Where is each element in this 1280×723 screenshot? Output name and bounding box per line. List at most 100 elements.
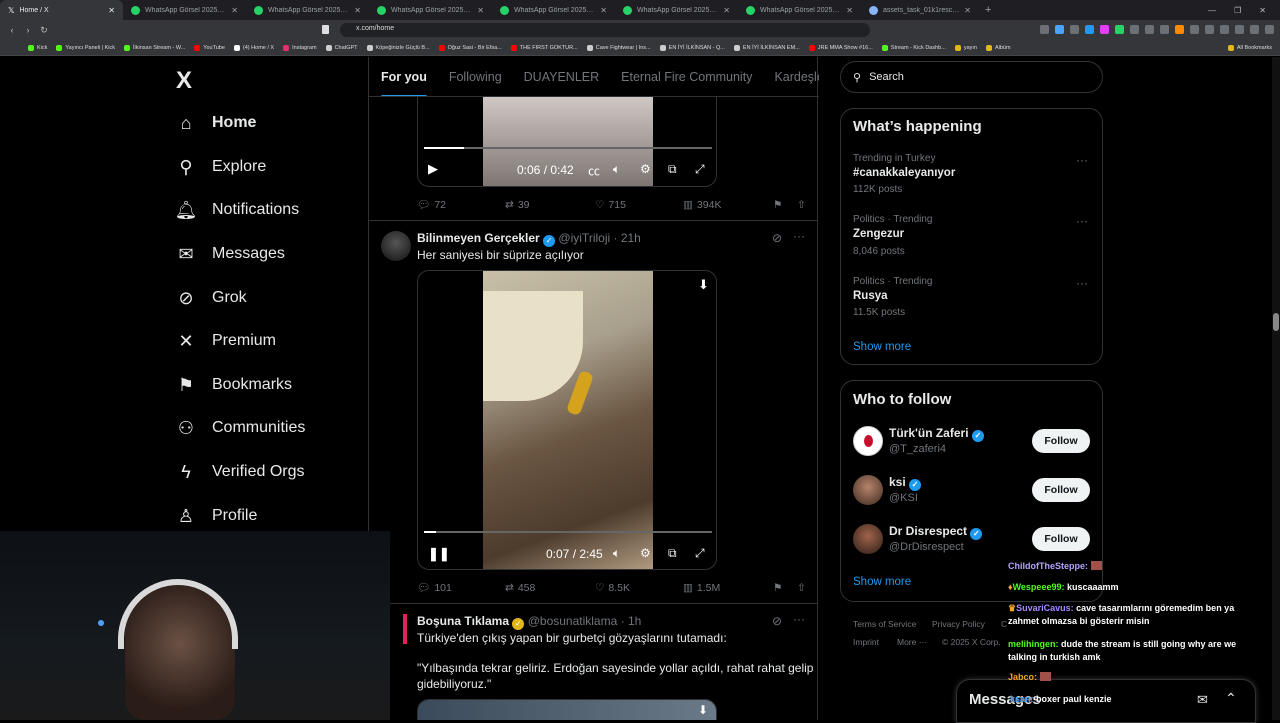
- grok-icon[interactable]: ⊘: [772, 231, 782, 245]
- pause-icon[interactable]: ❚❚: [428, 546, 450, 562]
- bookmark-item[interactable]: Kick: [28, 44, 47, 51]
- bookmark-item[interactable]: Oğuz Sasi - Bir Efsa...: [438, 44, 502, 51]
- forward-icon[interactable]: ›: [20, 25, 36, 35]
- bookmark-item[interactable]: Köpeğinizle Güçlü B...: [366, 44, 430, 51]
- close-window-icon[interactable]: ✕: [1259, 6, 1266, 15]
- video-player[interactable]: ▶ 0:06 / 0:42 ㏄ 🔈︎ ⚙ ⧉ ⤢: [417, 97, 717, 187]
- repost-button[interactable]: ⇄ 39: [505, 198, 595, 211]
- tab-for-you[interactable]: For you: [381, 70, 427, 96]
- bookmark-item[interactable]: EN İYİ İLKİNSAN - Q...: [659, 44, 725, 51]
- close-icon[interactable]: ✕: [846, 6, 853, 15]
- avatar[interactable]: [853, 475, 883, 505]
- footer-link[interactable]: Privacy Policy: [932, 619, 985, 629]
- show-more-link[interactable]: Show more: [853, 341, 911, 353]
- close-icon[interactable]: ✕: [108, 6, 115, 15]
- repost-button[interactable]: ⇄ 458: [505, 581, 595, 594]
- bookmark-item[interactable]: JRE MMA Show #16...: [808, 44, 873, 51]
- browser-tab[interactable]: 𝕏 Home / X ✕: [0, 0, 123, 20]
- bookmark-item[interactable]: (4) Home / X: [233, 44, 274, 51]
- browser-tab[interactable]: WhatsApp Görsel 2025-08-08 saat 1 ✕: [123, 0, 246, 20]
- nav-communities[interactable]: ⚇ Communities: [176, 415, 305, 441]
- follow-button[interactable]: Follow: [1032, 478, 1090, 502]
- video-progress-track[interactable]: [424, 147, 712, 149]
- reply-button[interactable]: 💬︎ 101: [417, 581, 505, 595]
- bookmark-folder[interactable]: Albüm: [985, 44, 1011, 51]
- bookmark-item[interactable]: Yayıncı Paneli | Kick: [56, 44, 115, 51]
- grok-icon[interactable]: ⊘: [772, 614, 782, 628]
- bookmark-item[interactable]: EN İYİ İLKİNSAN EM...: [733, 44, 800, 51]
- back-icon[interactable]: ‹: [4, 25, 20, 35]
- nav-profile[interactable]: ♙ Profile: [176, 503, 257, 529]
- author-name[interactable]: Boşuna Tıklama: [417, 614, 509, 628]
- views-button[interactable]: ▥ 394K: [683, 198, 773, 211]
- bookmark-item[interactable]: Instagram: [283, 44, 317, 51]
- post-age[interactable]: · 21h: [614, 231, 641, 245]
- bookmark-item[interactable]: İlkinsan Stream - W...: [124, 44, 185, 51]
- extension-icon[interactable]: [1160, 25, 1169, 34]
- x-logo[interactable]: X: [176, 67, 192, 95]
- video-progress-track[interactable]: [424, 531, 712, 533]
- extension-icon[interactable]: [1070, 25, 1079, 34]
- extension-icon[interactable]: [1055, 25, 1064, 34]
- browser-tab[interactable]: WhatsApp Görsel 2025-08-09 saat 0 ✕: [246, 0, 369, 20]
- views-button[interactable]: ▥ 1.5M: [683, 581, 773, 594]
- close-icon[interactable]: ✕: [231, 6, 238, 15]
- bookmark-item[interactable]: THE FIRST GOKTUR...: [510, 44, 578, 51]
- follow-button[interactable]: Follow: [1032, 429, 1090, 453]
- account-name[interactable]: Türk'ün Zaferi ✓: [889, 426, 984, 442]
- more-icon[interactable]: ···: [1076, 214, 1088, 228]
- avatar[interactable]: [853, 426, 883, 456]
- tab-eternal-fire[interactable]: Eternal Fire Community: [621, 70, 752, 84]
- author-handle[interactable]: @bosunatiklama: [528, 614, 618, 628]
- more-icon[interactable]: ···: [1076, 276, 1088, 290]
- nav-notifications[interactable]: 🔔︎ Notifications: [175, 197, 300, 223]
- post-media[interactable]: ⬇: [417, 699, 717, 720]
- more-icon[interactable]: ···: [1076, 153, 1088, 167]
- like-button[interactable]: ♡ 715: [595, 198, 683, 211]
- extension-icon[interactable]: [1040, 25, 1049, 34]
- extension-icon[interactable]: [1235, 25, 1244, 34]
- tab-duayenler[interactable]: DUAYENLER: [524, 70, 599, 84]
- video-player[interactable]: ⬇ ❚❚ 0:07 / 2:45 🔈︎ ⚙ ⧉ ⤢: [417, 270, 717, 570]
- nav-home[interactable]: ⌂ Home: [176, 110, 257, 136]
- author-name[interactable]: Bilinmeyen Gerçekler: [417, 231, 540, 245]
- picture-in-picture-icon[interactable]: ⧉: [668, 162, 677, 177]
- account-name[interactable]: ksi ✓: [889, 475, 922, 491]
- trend-name[interactable]: #canakkaleyanıyor: [853, 167, 955, 179]
- fullscreen-icon[interactable]: ⤢: [695, 546, 705, 561]
- new-tab-button[interactable]: +: [979, 4, 997, 16]
- trend-name[interactable]: Zengezur: [853, 228, 904, 240]
- bookmark-folder[interactable]: yayın: [954, 44, 977, 51]
- trend-name[interactable]: Rusya: [853, 290, 888, 302]
- extension-icon[interactable]: [1190, 25, 1199, 34]
- extension-icon[interactable]: [1220, 25, 1229, 34]
- picture-in-picture-icon[interactable]: ⧉: [668, 546, 677, 561]
- url-field[interactable]: x.com/home: [340, 23, 870, 37]
- bookmark-item[interactable]: Cave Fightwear | Ins...: [586, 44, 651, 51]
- nav-grok[interactable]: ⊘ Grok: [176, 285, 246, 311]
- follow-button[interactable]: Follow: [1032, 527, 1090, 551]
- account-name[interactable]: Dr Disrespect ✓: [889, 524, 983, 540]
- browser-tab[interactable]: assets_task_01k1rescr7fw789e1psh ✕: [861, 0, 979, 20]
- maximize-icon[interactable]: ❐: [1234, 6, 1241, 15]
- footer-link[interactable]: Terms of Service: [853, 619, 916, 629]
- browser-tab[interactable]: WhatsApp Görsel 2025-08-08 saat 2 ✕: [738, 0, 861, 20]
- nav-messages[interactable]: ✉ Messages: [176, 241, 284, 267]
- more-icon[interactable]: ···: [793, 229, 805, 243]
- scrollbar-thumb[interactable]: [1273, 313, 1279, 331]
- footer-more-link[interactable]: More ···: [897, 637, 927, 647]
- extension-icon[interactable]: [1130, 25, 1139, 34]
- author-handle[interactable]: @iyiTriloji: [558, 231, 610, 245]
- bookmark-item[interactable]: ChatGPT: [325, 44, 358, 51]
- post-age[interactable]: · 1h: [621, 614, 642, 628]
- nav-premium[interactable]: ✕ Premium: [176, 328, 276, 354]
- close-icon[interactable]: ✕: [354, 6, 361, 15]
- more-icon[interactable]: ···: [793, 612, 805, 626]
- expand-icon[interactable]: ⌃: [1225, 690, 1237, 707]
- fullscreen-icon[interactable]: ⤢: [695, 162, 705, 177]
- tab-kardesler[interactable]: Kardeşler Ki: [774, 70, 819, 84]
- extension-icon[interactable]: [1100, 25, 1109, 34]
- tab-following[interactable]: Following: [449, 70, 502, 84]
- close-icon[interactable]: ✕: [477, 6, 484, 15]
- extension-icon[interactable]: [1205, 25, 1214, 34]
